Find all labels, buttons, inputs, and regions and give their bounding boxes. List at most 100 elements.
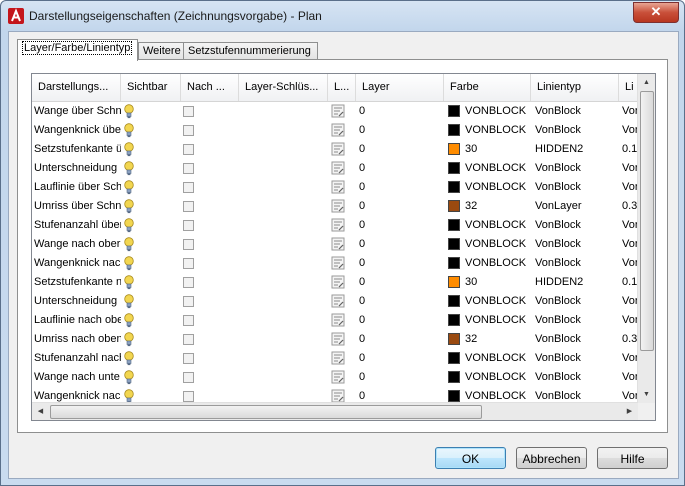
- vertical-scrollbar[interactable]: ▲ ▼: [637, 74, 655, 403]
- cell-farbe[interactable]: VONBLOCK: [463, 235, 530, 254]
- tab-setzstufennummerierung[interactable]: Setzstufennummerierung: [183, 42, 318, 60]
- layer-key-icon[interactable]: [331, 199, 345, 213]
- color-swatch[interactable]: [448, 162, 460, 174]
- cell-darstellung[interactable]: Wange nach unte: [32, 368, 121, 387]
- cell-farbe[interactable]: VONBLOCK: [463, 311, 530, 330]
- table-row[interactable]: Lauflinie nach obe 0 VONBLOCK VonBlock Vor: [32, 311, 642, 330]
- cell-farbe[interactable]: VONBLOCK: [463, 216, 530, 235]
- scroll-down-arrow-icon[interactable]: ▼: [638, 386, 655, 403]
- layer-key-icon[interactable]: [331, 313, 345, 327]
- vertical-scroll-thumb[interactable]: [640, 91, 654, 351]
- visibility-lightbulb-icon[interactable]: [124, 104, 134, 119]
- cell-linientyp[interactable]: VonBlock: [533, 159, 619, 178]
- visibility-lightbulb-icon[interactable]: [124, 275, 134, 290]
- cell-linientyp[interactable]: VonBlock: [533, 368, 619, 387]
- color-swatch[interactable]: [448, 200, 460, 212]
- cell-linientyp[interactable]: VonBlock: [533, 330, 619, 349]
- col-header-nach[interactable]: Nach ...: [181, 74, 239, 101]
- cell-darstellung[interactable]: Umriss nach oben: [32, 330, 121, 349]
- color-swatch[interactable]: [448, 238, 460, 250]
- nach-checkbox[interactable]: [183, 125, 194, 136]
- tab-weitere[interactable]: Weitere: [138, 42, 185, 60]
- scroll-right-arrow-icon[interactable]: ▶: [621, 403, 638, 420]
- nach-checkbox[interactable]: [183, 182, 194, 193]
- color-swatch[interactable]: [448, 371, 460, 383]
- cell-darstellung[interactable]: Wangenknick nac: [32, 254, 121, 273]
- cell-linientyp[interactable]: VonBlock: [533, 121, 619, 140]
- color-swatch[interactable]: [448, 124, 460, 136]
- table-row[interactable]: Wange nach unte 0 VONBLOCK VonBlock Vor: [32, 368, 642, 387]
- cell-layer[interactable]: 0: [357, 121, 443, 140]
- visibility-lightbulb-icon[interactable]: [124, 218, 134, 233]
- visibility-lightbulb-icon[interactable]: [124, 294, 134, 309]
- layer-key-icon[interactable]: [331, 389, 345, 403]
- cell-layer[interactable]: 0: [357, 349, 443, 368]
- cell-farbe[interactable]: VONBLOCK: [463, 254, 530, 273]
- cell-layer[interactable]: 0: [357, 102, 443, 121]
- cell-farbe[interactable]: VONBLOCK: [463, 159, 530, 178]
- cell-darstellung[interactable]: Stufenanzahl nach: [32, 349, 121, 368]
- cell-linientyp[interactable]: VonBlock: [533, 311, 619, 330]
- nach-checkbox[interactable]: [183, 144, 194, 155]
- table-row[interactable]: Umriss über Schni 0 32 VonLayer 0.3: [32, 197, 642, 216]
- cell-darstellung[interactable]: Umriss über Schni: [32, 197, 121, 216]
- title-bar[interactable]: Darstellungseigenschaften (Zeichnungsvor…: [1, 1, 684, 31]
- cell-layer[interactable]: 0: [357, 178, 443, 197]
- visibility-lightbulb-icon[interactable]: [124, 351, 134, 366]
- color-swatch[interactable]: [448, 257, 460, 269]
- visibility-lightbulb-icon[interactable]: [124, 237, 134, 252]
- layer-key-icon[interactable]: [331, 104, 345, 118]
- layer-key-icon[interactable]: [331, 237, 345, 251]
- col-header-layer[interactable]: Layer: [356, 74, 444, 101]
- layer-key-icon[interactable]: [331, 161, 345, 175]
- cell-darstellung[interactable]: Setzstufenkante n: [32, 273, 121, 292]
- nach-checkbox[interactable]: [183, 201, 194, 212]
- table-row[interactable]: Unterschneidung n 0 VONBLOCK VonBlock Vor: [32, 292, 642, 311]
- cell-farbe[interactable]: 30: [463, 140, 530, 159]
- color-swatch[interactable]: [448, 314, 460, 326]
- nach-checkbox[interactable]: [183, 372, 194, 383]
- nach-checkbox[interactable]: [183, 106, 194, 117]
- cell-layer[interactable]: 0: [357, 273, 443, 292]
- cell-linientyp[interactable]: VonBlock: [533, 349, 619, 368]
- cell-linientyp[interactable]: VonBlock: [533, 254, 619, 273]
- cell-darstellung[interactable]: Lauflinie über Sch: [32, 178, 121, 197]
- cell-layer[interactable]: 0: [357, 197, 443, 216]
- cell-layer[interactable]: 0: [357, 159, 443, 178]
- cell-farbe[interactable]: 32: [463, 330, 530, 349]
- tab-layer-farbe-linientyp[interactable]: Layer/Farbe/Linientyp: [17, 39, 138, 61]
- cell-linientyp[interactable]: HIDDEN2: [533, 140, 619, 159]
- table-row[interactable]: Setzstufenkante ü 0 30 HIDDEN2 0.1: [32, 140, 642, 159]
- horizontal-scrollbar[interactable]: ◀ ▶: [32, 402, 638, 420]
- cell-layer[interactable]: 0: [357, 330, 443, 349]
- nach-checkbox[interactable]: [183, 277, 194, 288]
- col-header-layer-schluessel[interactable]: Layer-Schlüs...: [239, 74, 328, 101]
- layer-key-icon[interactable]: [331, 370, 345, 384]
- layer-key-icon[interactable]: [331, 180, 345, 194]
- cell-linientyp[interactable]: VonBlock: [533, 178, 619, 197]
- nach-checkbox[interactable]: [183, 163, 194, 174]
- nach-checkbox[interactable]: [183, 315, 194, 326]
- cell-layer[interactable]: 0: [357, 254, 443, 273]
- cell-farbe[interactable]: VONBLOCK: [463, 349, 530, 368]
- visibility-lightbulb-icon[interactable]: [124, 180, 134, 195]
- color-swatch[interactable]: [448, 276, 460, 288]
- scroll-up-arrow-icon[interactable]: ▲: [638, 74, 655, 91]
- cell-darstellung[interactable]: Unterschneidung n: [32, 292, 121, 311]
- cell-layer[interactable]: 0: [357, 235, 443, 254]
- cell-farbe[interactable]: VONBLOCK: [463, 292, 530, 311]
- cell-darstellung[interactable]: Wangenknick übe: [32, 121, 121, 140]
- cell-darstellung[interactable]: Wange nach ober: [32, 235, 121, 254]
- cell-farbe[interactable]: 32: [463, 197, 530, 216]
- table-row[interactable]: Setzstufenkante n 0 30 HIDDEN2 0.1: [32, 273, 642, 292]
- nach-checkbox[interactable]: [183, 334, 194, 345]
- table-row[interactable]: Stufenanzahl nach 0 VONBLOCK VonBlock Vor: [32, 349, 642, 368]
- color-swatch[interactable]: [448, 333, 460, 345]
- cell-layer[interactable]: 0: [357, 311, 443, 330]
- scroll-left-arrow-icon[interactable]: ◀: [32, 403, 49, 420]
- layer-key-icon[interactable]: [331, 142, 345, 156]
- visibility-lightbulb-icon[interactable]: [124, 313, 134, 328]
- cell-farbe[interactable]: VONBLOCK: [463, 102, 530, 121]
- nach-checkbox[interactable]: [183, 258, 194, 269]
- nach-checkbox[interactable]: [183, 353, 194, 364]
